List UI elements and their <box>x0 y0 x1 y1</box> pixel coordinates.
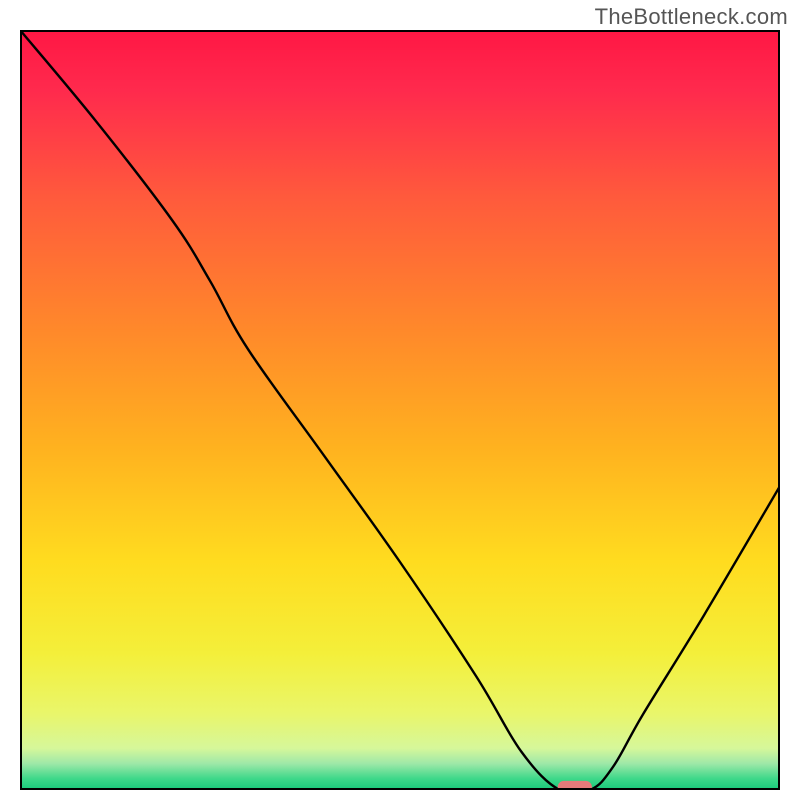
chart-stage: TheBottleneck.com <box>0 0 800 800</box>
watermark-text: TheBottleneck.com <box>595 4 788 30</box>
plot-frame <box>20 30 780 790</box>
bottleneck-plot <box>20 30 780 790</box>
